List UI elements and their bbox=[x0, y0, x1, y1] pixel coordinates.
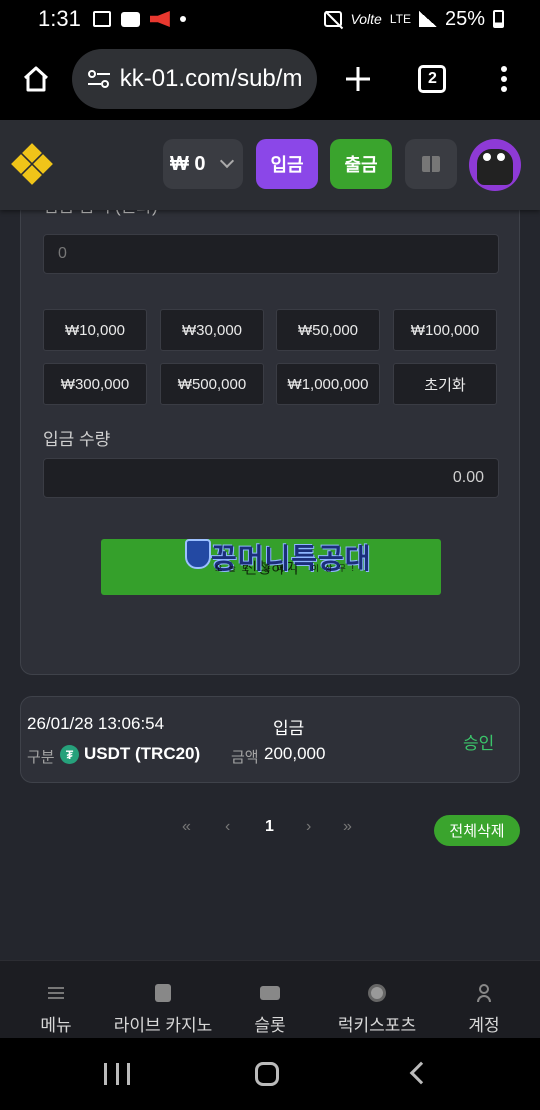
cards-icon bbox=[155, 984, 171, 1002]
system-home-icon[interactable] bbox=[255, 1062, 279, 1086]
user-icon bbox=[477, 984, 491, 1002]
quick-amount-50000[interactable]: ₩50,000 bbox=[276, 309, 380, 351]
history-kind-label: 구분 bbox=[27, 749, 55, 766]
page-prev-button[interactable]: ‹ bbox=[225, 818, 230, 836]
history-date: 26/01/28 13:06:54 bbox=[27, 714, 165, 733]
browser-home-button[interactable] bbox=[0, 38, 72, 120]
deposit-form-card: 입금 금액 (원화) 0 ₩10,000 ₩30,000 ₩50,000 ₩10… bbox=[20, 200, 520, 675]
plus-icon bbox=[345, 67, 370, 91]
quick-amount-10000[interactable]: ₩10,000 bbox=[43, 309, 147, 351]
apply-button[interactable]: 신청하기 bbox=[101, 539, 441, 595]
history-coin: USDT (TRC20) bbox=[84, 744, 201, 763]
page-last-button[interactable]: » bbox=[343, 818, 352, 836]
system-navigation-bar bbox=[0, 1038, 540, 1110]
quick-amount-500000[interactable]: ₩500,000 bbox=[160, 363, 264, 405]
site-settings-icon[interactable] bbox=[86, 68, 112, 90]
nav-live-casino[interactable]: 라이브 카지노 bbox=[108, 961, 218, 1039]
address-bar[interactable]: kk-01.com/sub/m bbox=[71, 49, 317, 109]
tab-switcher-button[interactable]: 2 bbox=[397, 38, 469, 120]
history-row: 26/01/28 13:06:54 입금 구분 ₮ USDT (TRC20) 금… bbox=[20, 696, 520, 783]
nav-account-label: 계정 bbox=[468, 1016, 500, 1035]
balance-value: ₩ 0 bbox=[170, 152, 206, 175]
tab-count: 2 bbox=[418, 65, 447, 93]
status-time: 1:31 bbox=[38, 6, 81, 31]
network-type: LTE bbox=[389, 12, 411, 26]
nav-menu[interactable]: 메뉴 bbox=[30, 961, 82, 1039]
nav-lucky-sports[interactable]: 럭키스포츠 bbox=[330, 961, 424, 1039]
ball-icon bbox=[368, 984, 386, 1002]
history-amount: 200,000 bbox=[264, 744, 326, 763]
history-amount-label: 금액 bbox=[231, 749, 259, 766]
withdraw-button[interactable]: 출금 bbox=[330, 139, 392, 189]
quick-amount-30000[interactable]: ₩30,000 bbox=[160, 309, 264, 351]
balance-dropdown[interactable]: ₩ 0 bbox=[163, 139, 243, 189]
more-dot-icon bbox=[501, 76, 508, 82]
page-first-button[interactable]: « bbox=[182, 818, 191, 836]
history-status: 승인 bbox=[463, 734, 495, 753]
system-status: Volte LTE 25% bbox=[324, 8, 504, 31]
battery-percent: 25% bbox=[444, 7, 485, 30]
message-icon bbox=[120, 11, 140, 27]
nav-live-casino-label: 라이브 카지노 bbox=[113, 1016, 213, 1035]
more-dot-icon bbox=[501, 66, 508, 72]
gift-icon bbox=[422, 156, 440, 172]
avatar-eye-icon bbox=[483, 153, 491, 161]
home-icon bbox=[23, 66, 48, 92]
page-current[interactable]: 1 bbox=[265, 818, 274, 836]
delete-all-button[interactable]: 전체삭제 bbox=[434, 815, 520, 846]
megaphone-icon bbox=[149, 11, 170, 27]
site-logo-icon[interactable] bbox=[11, 143, 53, 185]
signal-icon bbox=[418, 11, 437, 27]
avatar[interactable] bbox=[469, 139, 521, 191]
deposit-button[interactable]: 입금 bbox=[256, 139, 318, 189]
nav-slot[interactable]: 슬롯 bbox=[244, 961, 296, 1039]
recent-apps-icon[interactable] bbox=[104, 1063, 130, 1085]
nav-account[interactable]: 계정 bbox=[458, 961, 510, 1039]
nav-lucky-sports-label: 럭키스포츠 bbox=[337, 1016, 417, 1035]
page-next-button[interactable]: › bbox=[306, 818, 311, 836]
menu-icon bbox=[48, 987, 64, 999]
nav-menu-label: 메뉴 bbox=[40, 1016, 72, 1035]
reset-button[interactable]: 초기화 bbox=[393, 363, 497, 405]
bottom-nav: 메뉴 라이브 카지노 슬롯 럭키스포츠 계정 bbox=[0, 960, 540, 1038]
quantity-input[interactable]: 0.00 bbox=[43, 458, 499, 498]
chevron-down-icon bbox=[219, 153, 234, 169]
amount-input[interactable]: 0 bbox=[43, 234, 499, 274]
history-type: 입금 bbox=[273, 719, 305, 738]
slot-icon bbox=[260, 986, 280, 1000]
mute-icon bbox=[324, 11, 343, 27]
more-dot-icon bbox=[501, 86, 508, 92]
site-header: ₩ 0 입금 출금 bbox=[0, 120, 540, 210]
tether-icon: ₮ bbox=[60, 745, 79, 764]
gallery-icon bbox=[92, 11, 111, 27]
volte-indicator: Volte bbox=[350, 11, 382, 27]
battery-icon bbox=[493, 10, 504, 28]
quick-amount-100000[interactable]: ₩100,000 bbox=[393, 309, 497, 351]
more-notifications-icon bbox=[179, 16, 186, 22]
back-icon[interactable] bbox=[409, 1061, 433, 1085]
quick-amount-300000[interactable]: ₩300,000 bbox=[43, 363, 147, 405]
new-tab-button[interactable] bbox=[319, 38, 397, 120]
notification-icons bbox=[92, 11, 186, 27]
avatar-eye-icon bbox=[497, 153, 505, 161]
browser-toolbar: kk-01.com/sub/m 2 bbox=[0, 38, 540, 120]
url-text[interactable]: kk-01.com/sub/m bbox=[120, 65, 303, 93]
quantity-label: 입금 수량 bbox=[43, 430, 111, 449]
nav-slot-label: 슬롯 bbox=[254, 1016, 286, 1035]
quick-amount-1000000[interactable]: ₩1,000,000 bbox=[276, 363, 380, 405]
gift-button[interactable] bbox=[405, 139, 457, 189]
browser-menu-button[interactable] bbox=[468, 38, 540, 120]
status-bar: 1:31 Volte LTE 25% bbox=[0, 0, 540, 38]
